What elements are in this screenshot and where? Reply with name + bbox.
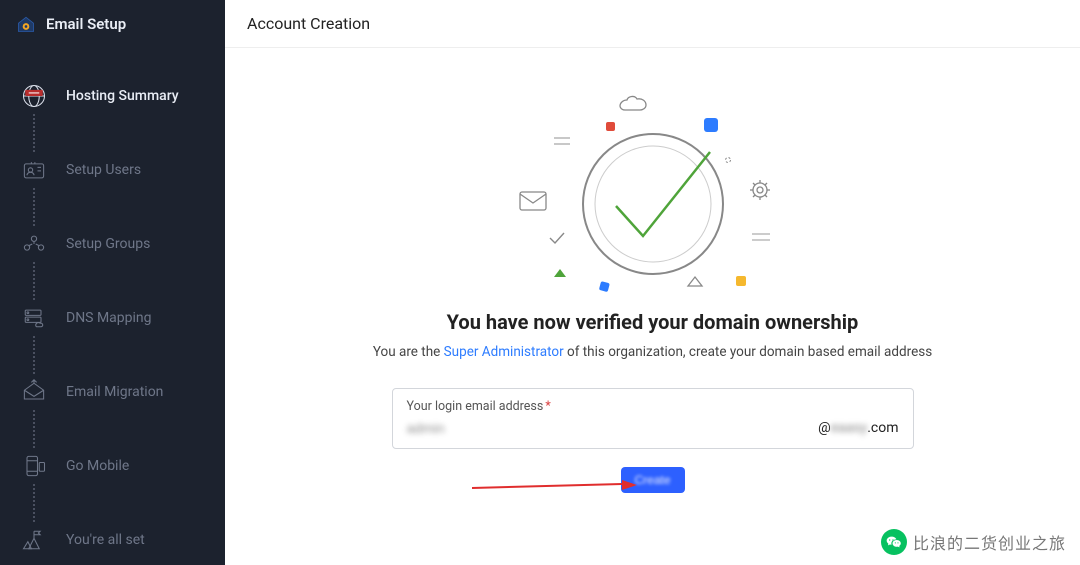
email-local-input[interactable] [407, 420, 811, 436]
globe-icon [18, 82, 50, 110]
sidebar-item-setup-users[interactable]: Setup Users [0, 148, 225, 192]
sidebar-item-setup-groups[interactable]: Setup Groups [0, 222, 225, 266]
sidebar-item-label: You're all set [66, 532, 145, 548]
sidebar-item-all-set[interactable]: You're all set [0, 518, 225, 562]
verification-heading: You have now verified your domain owners… [447, 310, 859, 334]
sidebar-item-label: DNS Mapping [66, 310, 152, 326]
sidebar-title: Email Setup [46, 15, 126, 33]
watermark-text: 比浪的二货创业之旅 [913, 530, 1066, 554]
sidebar-item-dns-mapping[interactable]: DNS Mapping [0, 296, 225, 340]
sidebar-item-label: Setup Groups [66, 236, 150, 252]
app-logo-icon [16, 14, 36, 34]
super-admin-label: Super Administrator [444, 344, 564, 360]
annotation-arrow-icon [472, 479, 637, 493]
desc-after: of this organization, create your domain… [564, 344, 933, 360]
email-field-label: Your login email address* [407, 399, 899, 414]
sidebar-item-hosting-summary[interactable]: Hosting Summary [0, 74, 225, 118]
sidebar-item-label: Hosting Summary [66, 88, 179, 104]
sidebar-item-label: Email Migration [66, 384, 163, 400]
verification-description: You are the Super Administrator of this … [373, 344, 932, 360]
sidebar-nav: Hosting Summary Setup Users Setup Groups [0, 48, 225, 562]
email-field-box: Your login email address* @eaasy.com [392, 388, 914, 449]
main-body: You have now verified your domain owners… [225, 48, 1080, 565]
mobile-icon [18, 452, 50, 480]
sidebar-item-label: Setup Users [66, 162, 141, 178]
sidebar: Email Setup Hosting Summary Setup Users [0, 0, 225, 565]
group-icon [18, 230, 50, 258]
main-header: Account Creation [225, 0, 1080, 48]
server-cloud-icon [18, 304, 50, 332]
main-panel: Account Creation [225, 0, 1080, 565]
watermark: 比浪的二货创业之旅 [881, 529, 1066, 555]
create-button[interactable]: Create [621, 467, 685, 493]
sidebar-header: Email Setup [0, 0, 225, 48]
wechat-icon [881, 529, 907, 555]
required-asterisk: * [545, 399, 550, 414]
id-card-icon [18, 156, 50, 184]
sidebar-item-email-migration[interactable]: Email Migration [0, 370, 225, 414]
sidebar-item-go-mobile[interactable]: Go Mobile [0, 444, 225, 488]
verification-illustration [488, 94, 818, 304]
desc-before: You are the [373, 344, 444, 360]
page-title: Account Creation [247, 14, 1058, 33]
sidebar-item-label: Go Mobile [66, 458, 129, 474]
email-domain-suffix: @eaasy.com [818, 420, 898, 436]
inbox-arrow-icon [18, 378, 50, 406]
flag-mountain-icon [18, 526, 50, 554]
